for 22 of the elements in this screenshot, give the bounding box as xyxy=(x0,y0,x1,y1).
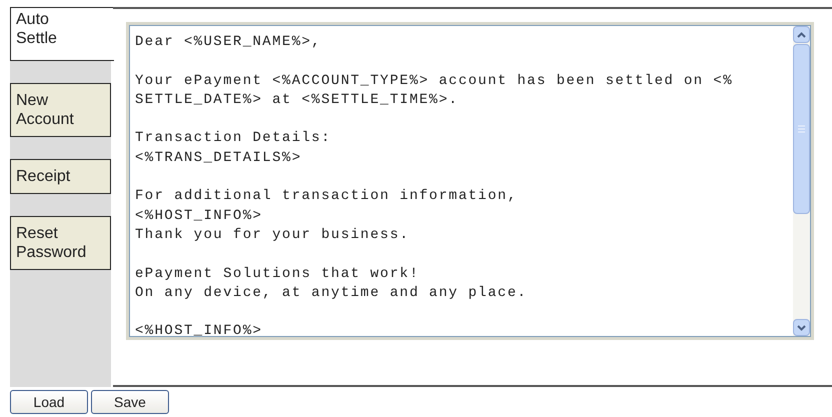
scroll-up-icon[interactable] xyxy=(793,26,810,43)
scrollbar[interactable] xyxy=(793,25,811,337)
scroll-thumb[interactable] xyxy=(793,44,810,214)
text-line: For additional transaction information, xyxy=(135,187,518,206)
text-area[interactable] xyxy=(126,22,814,340)
text-line: Transaction Details: xyxy=(135,129,332,148)
tab[interactable]: New Account xyxy=(10,83,111,137)
text-line: Dear <%USER_NAME%>, xyxy=(135,33,322,52)
action-button[interactable]: Save xyxy=(91,390,169,414)
text-line: <%TRANS_DETAILS%> xyxy=(135,148,303,168)
text-line: ePayment Solutions that work! xyxy=(135,264,420,284)
text-line: Your ePayment <%ACCOUNT_TYPE%> account has been settled on <% xyxy=(135,72,734,91)
tab[interactable]: Receipt xyxy=(10,159,111,194)
text-line: Thank you for your business. xyxy=(135,226,410,245)
action-button[interactable]: Load xyxy=(10,390,88,414)
tab[interactable]: Reset Password xyxy=(10,216,111,270)
text-line: <%HOST_INFO%> xyxy=(135,322,264,336)
text-line: SETTLE_DATE%> at <%SETTLE_TIME%>. xyxy=(135,90,460,110)
scroll-down-icon[interactable] xyxy=(793,319,810,336)
text-line: On any device, at anytime and any place. xyxy=(135,284,528,303)
tab[interactable]: Auto Settle xyxy=(10,7,114,61)
text-line: <%HOST_INFO%> xyxy=(135,206,264,226)
